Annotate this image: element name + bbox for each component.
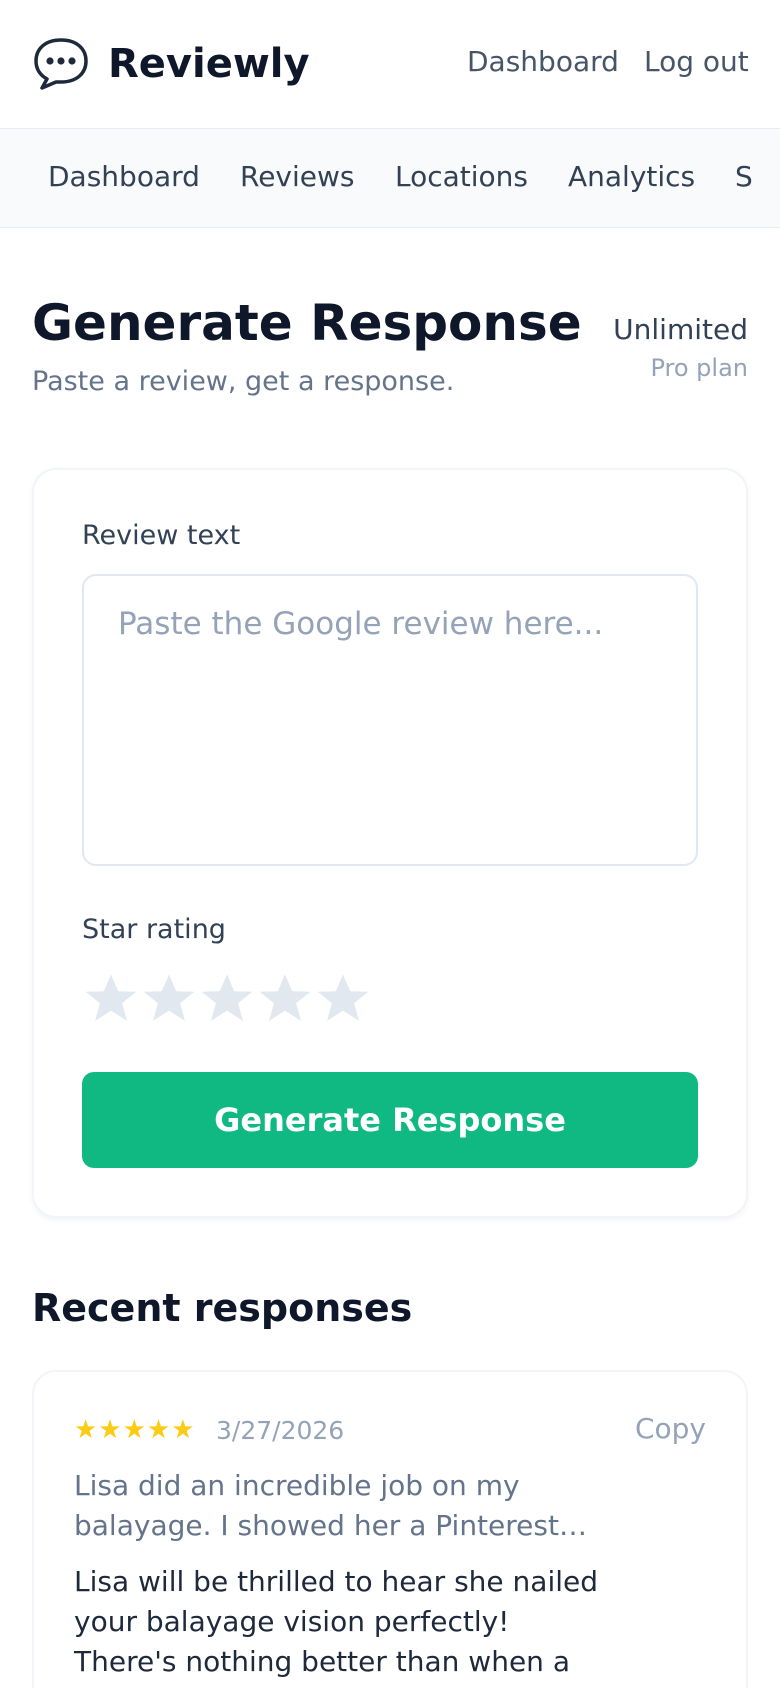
- top-bar: Reviewly Dashboard Log out: [0, 0, 780, 128]
- star-icon-2[interactable]: [138, 968, 200, 1030]
- review-text-placeholder: Paste the Google review here...: [118, 606, 604, 642]
- plan-name: Pro plan: [650, 354, 748, 382]
- recent-responses-heading: Recent responses: [32, 1286, 413, 1330]
- reply-text-line: your balayage vision perfectly!: [74, 1605, 510, 1638]
- review-excerpt-line: Lisa did an incredible job on my: [74, 1469, 520, 1502]
- plan-usage-label: Unlimited: [613, 313, 748, 346]
- speech-bubble-icon: [34, 38, 88, 90]
- nav-item-locations[interactable]: Locations: [395, 157, 528, 197]
- star-icon-5[interactable]: [312, 968, 374, 1030]
- header-logout-link[interactable]: Log out: [644, 44, 749, 80]
- page-title: Generate Response: [32, 294, 582, 352]
- reply-text-line: There's nothing better than when a: [74, 1645, 570, 1678]
- page-subtitle: Paste a review, get a response.: [32, 366, 455, 397]
- response-reply-text: Lisa will be thrilled to hear she nailed…: [74, 1562, 634, 1682]
- generate-response-button[interactable]: Generate Response: [82, 1072, 698, 1168]
- header-dashboard-link[interactable]: Dashboard: [467, 44, 619, 80]
- nav-item-dashboard[interactable]: Dashboard: [48, 157, 200, 197]
- nav-item-truncated[interactable]: S: [735, 157, 753, 197]
- review-text-label: Review text: [82, 520, 241, 551]
- star-icon-3[interactable]: [196, 968, 258, 1030]
- response-date: 3/27/2026: [216, 1416, 345, 1445]
- nav-item-reviews[interactable]: Reviews: [240, 157, 355, 197]
- star-icon-1[interactable]: [80, 968, 142, 1030]
- nav-item-analytics[interactable]: Analytics: [568, 157, 695, 197]
- reply-text-line: Lisa will be thrilled to hear she nailed: [74, 1565, 599, 1598]
- main-nav: Dashboard Reviews Locations Analytics S: [0, 128, 780, 228]
- review-excerpt-line: balayage. I showed her a Pinterest…: [74, 1509, 587, 1542]
- star-rating-label: Star rating: [82, 914, 226, 945]
- star-icon-4[interactable]: [254, 968, 316, 1030]
- app-brand[interactable]: Reviewly: [108, 37, 310, 91]
- copy-response-button[interactable]: Copy: [635, 1410, 706, 1448]
- review-text-input[interactable]: Paste the Google review here...: [82, 574, 698, 866]
- response-review-excerpt: Lisa did an incredible job on my balayag…: [74, 1466, 634, 1546]
- response-rating-stars: ★★★★★: [74, 1415, 196, 1445]
